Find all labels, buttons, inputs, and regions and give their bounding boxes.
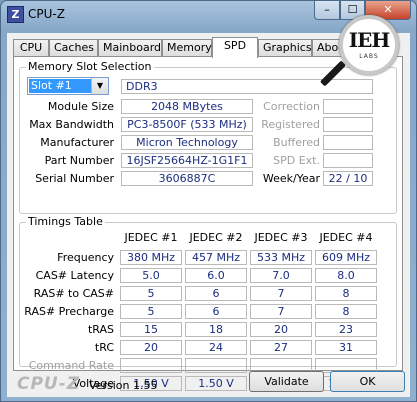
tab-graphics[interactable]: Graphics [258, 39, 312, 57]
timing-row-label: Frequency [57, 251, 114, 264]
timing-cell: 8.0 [315, 268, 377, 283]
timing-cell: 15 [120, 322, 182, 337]
tab-spd[interactable]: SPD [212, 37, 258, 58]
buffered-value [323, 135, 373, 150]
timing-cell: 8 [315, 286, 377, 301]
version-label: Version 1.55 [89, 379, 158, 392]
spd-ext-label: SPD Ext. [273, 154, 320, 167]
timing-cell: 5 [120, 286, 182, 301]
timing-cell: 457 MHz [185, 250, 247, 265]
timings-group-title: Timings Table [26, 215, 105, 228]
serial-number-label: Serial Number [35, 172, 114, 185]
timing-col-header: JEDEC #3 [254, 231, 308, 244]
timing-cell: 7 [250, 304, 312, 319]
timing-row-label: Command Rate [28, 359, 114, 372]
ok-button[interactable]: OK [330, 371, 405, 392]
serial-number-value: 3606887C [121, 171, 253, 186]
timing-col-header: JEDEC #1 [124, 231, 178, 244]
timing-cell: 380 MHz [120, 250, 182, 265]
timing-cell: 18 [185, 322, 247, 337]
timing-cell: 6 [185, 304, 247, 319]
timing-row-label: tRAS [87, 323, 114, 336]
timing-cell: 27 [250, 340, 312, 355]
module-size-label: Module Size [47, 100, 114, 113]
minimize-button[interactable]: – [314, 1, 340, 20]
timing-cell: 20 [250, 322, 312, 337]
chevron-down-icon[interactable]: ▼ [91, 78, 108, 94]
max-bandwidth-value: PC3-8500F (533 MHz) [121, 117, 253, 132]
part-number-label: Part Number [44, 154, 114, 167]
timing-cell: 31 [315, 340, 377, 355]
memory-slot-group-title: Memory Slot Selection [26, 60, 154, 73]
client-area: CPU Caches Mainboard Memory SPD Graphics… [7, 33, 410, 397]
correction-value [323, 99, 373, 114]
timing-row-label: tRC [94, 341, 114, 354]
week-year-value: 22 / 10 [323, 171, 373, 186]
timing-cell: 5 [120, 304, 182, 319]
watermark-sub: LABS [359, 53, 379, 60]
manufacturer-value: Micron Technology [121, 135, 253, 150]
memory-type-field: DDR3 [121, 79, 373, 94]
timing-cell: 20 [120, 340, 182, 355]
tab-memory[interactable]: Memory [162, 39, 212, 57]
registered-value [323, 117, 373, 132]
timing-cell: 609 MHz [315, 250, 377, 265]
validate-button[interactable]: Validate [249, 371, 324, 392]
max-bandwidth-label: Max Bandwidth [29, 118, 114, 131]
timing-cell: 5.0 [120, 268, 182, 283]
timing-cell: 24 [185, 340, 247, 355]
module-size-value: 2048 MBytes [121, 99, 253, 114]
timing-row-label: RAS# to CAS# [33, 287, 114, 300]
cpuz-window: Z CPU-Z – ☐ ✕ CPU Caches Mainboard Memor… [0, 0, 417, 402]
timing-cell: 533 MHz [250, 250, 312, 265]
tab-mainboard[interactable]: Mainboard [98, 39, 162, 57]
part-number-value: 16JSF25664HZ-1G1F1 [121, 153, 253, 168]
timing-row-label: CAS# Latency [35, 269, 114, 282]
spd-ext-value [323, 153, 373, 168]
timing-row-label: RAS# Precharge [24, 305, 114, 318]
correction-label: Correction [263, 100, 320, 113]
window-title: CPU-Z [28, 7, 65, 21]
timing-col-header: JEDEC #4 [319, 231, 373, 244]
app-icon: Z [7, 6, 24, 23]
manufacturer-label: Manufacturer [40, 136, 114, 149]
registered-label: Registered [261, 118, 320, 131]
timing-cell: 23 [315, 322, 377, 337]
timing-cell [185, 358, 247, 373]
slot-select-value: Slot #1 [29, 79, 91, 93]
cpuz-logo: CPU-Z [17, 374, 81, 394]
timing-col-header: JEDEC #2 [189, 231, 243, 244]
tab-cpu[interactable]: CPU [13, 39, 49, 57]
buffered-label: Buffered [273, 136, 320, 149]
tab-caches[interactable]: Caches [49, 39, 98, 57]
timing-cell: 7 [250, 286, 312, 301]
watermark-main: IEH [348, 28, 391, 52]
timing-cell: 1.50 V [185, 376, 247, 391]
timing-cell: 8 [315, 304, 377, 319]
slot-select[interactable]: Slot #1 ▼ [27, 77, 109, 95]
timing-cell: 6 [185, 286, 247, 301]
timing-cell: 7.0 [250, 268, 312, 283]
timing-cell [120, 358, 182, 373]
timing-cell: 6.0 [185, 268, 247, 283]
spd-panel: Memory Slot Selection Slot #1 ▼ DDR3 Mod… [13, 56, 403, 391]
week-year-label: Week/Year [262, 172, 320, 185]
watermark-logo: IEH LABS [339, 15, 399, 75]
